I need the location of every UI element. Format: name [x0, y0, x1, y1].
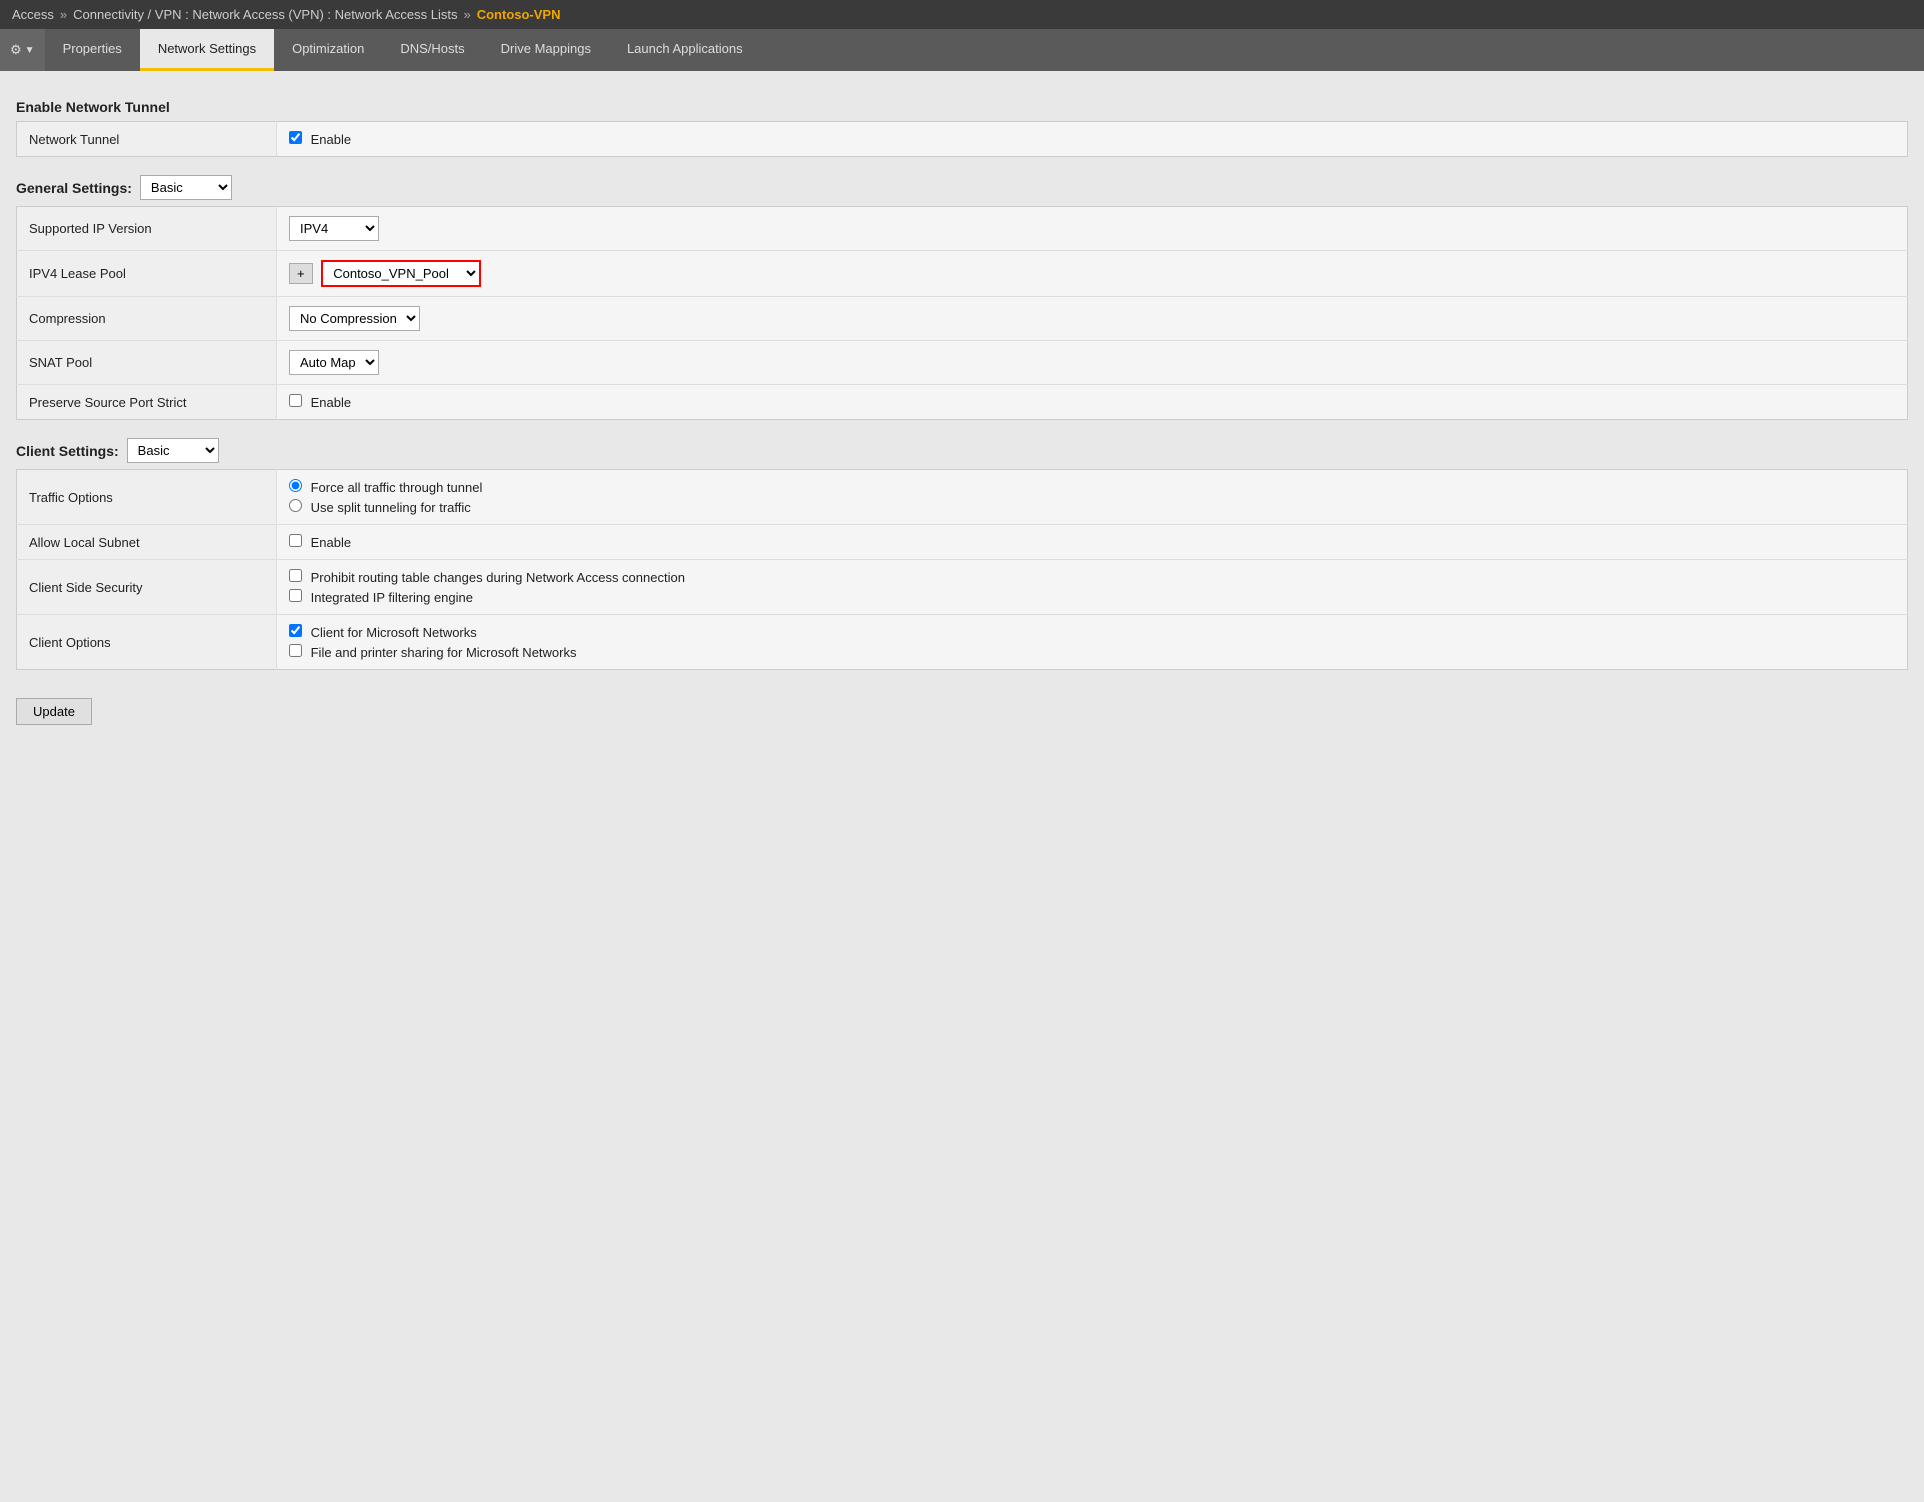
network-tunnel-checkbox[interactable] [289, 131, 302, 144]
traffic-options-radio-group: Force all traffic through tunnel Use spl… [289, 479, 1895, 515]
ip-filtering-label[interactable]: Integrated IP filtering engine [289, 589, 1895, 605]
network-tunnel-label: Network Tunnel [17, 122, 277, 157]
breadcrumb-sep-1: » [60, 7, 67, 22]
prohibit-routing-checkbox[interactable] [289, 569, 302, 582]
microsoft-networks-label[interactable]: Client for Microsoft Networks [289, 624, 1895, 640]
table-row: Compression No Compression LZS DEFLATE [17, 297, 1908, 341]
table-row: Allow Local Subnet Enable [17, 525, 1908, 560]
allow-local-subnet-label: Allow Local Subnet [17, 525, 277, 560]
enable-network-tunnel-table: Network Tunnel Enable [16, 121, 1908, 157]
compression-label: Compression [17, 297, 277, 341]
ipv4-lease-pool-value: + Contoso_VPN_Pool [277, 251, 1908, 297]
preserve-source-port-checkbox-label[interactable]: Enable [289, 395, 351, 410]
tab-dns-hosts[interactable]: DNS/Hosts [382, 29, 482, 71]
snat-pool-select[interactable]: Auto Map None [289, 350, 379, 375]
ipv4-lease-pool-add-button[interactable]: + [289, 263, 313, 284]
breadcrumb-bar: Access » Connectivity / VPN : Network Ac… [0, 0, 1924, 29]
tab-drive-mappings[interactable]: Drive Mappings [483, 29, 609, 71]
client-settings-title: Client Settings: [16, 443, 119, 459]
general-settings-mode-select[interactable]: Basic Advanced [140, 175, 232, 200]
client-settings-header: Client Settings: Basic Advanced [16, 438, 1908, 463]
main-content: Enable Network Tunnel Network Tunnel Ena… [0, 71, 1924, 743]
compression-select[interactable]: No Compression LZS DEFLATE [289, 306, 420, 331]
snat-pool-value: Auto Map None [277, 341, 1908, 385]
table-row: IPV4 Lease Pool + Contoso_VPN_Pool [17, 251, 1908, 297]
gear-button[interactable]: ⚙ ▼ [0, 29, 45, 71]
breadcrumb-current: Contoso-VPN [477, 7, 561, 22]
supported-ip-version-value: IPV4 IPV6 Both [277, 207, 1908, 251]
client-options-label: Client Options [17, 615, 277, 670]
preserve-source-port-value: Enable [277, 385, 1908, 420]
tab-bar: ⚙ ▼ Properties Network Settings Optimiza… [0, 29, 1924, 71]
enable-network-tunnel-title: Enable Network Tunnel [16, 99, 1908, 115]
traffic-option-split-label[interactable]: Use split tunneling for traffic [289, 499, 1895, 515]
client-settings-mode-select[interactable]: Basic Advanced [127, 438, 219, 463]
tab-optimization[interactable]: Optimization [274, 29, 382, 71]
allow-local-subnet-checkbox[interactable] [289, 534, 302, 547]
client-settings-table: Traffic Options Force all traffic throug… [16, 469, 1908, 670]
table-row: Supported IP Version IPV4 IPV6 Both [17, 207, 1908, 251]
table-row: Traffic Options Force all traffic throug… [17, 470, 1908, 525]
allow-local-subnet-value: Enable [277, 525, 1908, 560]
breadcrumb-sep-2: » [463, 7, 470, 22]
client-options-value: Client for Microsoft Networks File and p… [277, 615, 1908, 670]
general-settings-header: General Settings: Basic Advanced [16, 175, 1908, 200]
compression-value: No Compression LZS DEFLATE [277, 297, 1908, 341]
table-row: Network Tunnel Enable [17, 122, 1908, 157]
allow-local-subnet-checkbox-label[interactable]: Enable [289, 535, 351, 550]
printer-sharing-label[interactable]: File and printer sharing for Microsoft N… [289, 644, 1895, 660]
snat-pool-label: SNAT Pool [17, 341, 277, 385]
ipv4-lease-pool-label: IPV4 Lease Pool [17, 251, 277, 297]
breadcrumb-path: Connectivity / VPN : Network Access (VPN… [73, 7, 457, 22]
supported-ip-version-select[interactable]: IPV4 IPV6 Both [289, 216, 379, 241]
preserve-source-port-label: Preserve Source Port Strict [17, 385, 277, 420]
prohibit-routing-label[interactable]: Prohibit routing table changes during Ne… [289, 569, 1895, 585]
ipv4-lease-pool-select[interactable]: Contoso_VPN_Pool [321, 260, 481, 287]
client-side-security-label: Client Side Security [17, 560, 277, 615]
printer-sharing-checkbox[interactable] [289, 644, 302, 657]
ip-filtering-checkbox[interactable] [289, 589, 302, 602]
table-row: SNAT Pool Auto Map None [17, 341, 1908, 385]
general-settings-title: General Settings: [16, 180, 132, 196]
traffic-options-value: Force all traffic through tunnel Use spl… [277, 470, 1908, 525]
tab-properties[interactable]: Properties [45, 29, 140, 71]
breadcrumb-access: Access [12, 7, 54, 22]
update-button[interactable]: Update [16, 698, 92, 725]
supported-ip-version-label: Supported IP Version [17, 207, 277, 251]
tab-network-settings[interactable]: Network Settings [140, 29, 274, 71]
traffic-option-force-label[interactable]: Force all traffic through tunnel [289, 479, 1895, 495]
network-tunnel-checkbox-label[interactable]: Enable [289, 132, 351, 147]
tab-launch-applications[interactable]: Launch Applications [609, 29, 761, 71]
traffic-options-label: Traffic Options [17, 470, 277, 525]
traffic-option-split-radio[interactable] [289, 499, 302, 512]
client-side-security-checkbox-group: Prohibit routing table changes during Ne… [289, 569, 1895, 605]
microsoft-networks-checkbox[interactable] [289, 624, 302, 637]
table-row: Client Side Security Prohibit routing ta… [17, 560, 1908, 615]
table-row: Client Options Client for Microsoft Netw… [17, 615, 1908, 670]
network-tunnel-value: Enable [277, 122, 1908, 157]
preserve-source-port-checkbox[interactable] [289, 394, 302, 407]
table-row: Preserve Source Port Strict Enable [17, 385, 1908, 420]
client-side-security-value: Prohibit routing table changes during Ne… [277, 560, 1908, 615]
traffic-option-force-radio[interactable] [289, 479, 302, 492]
general-settings-table: Supported IP Version IPV4 IPV6 Both IPV4… [16, 206, 1908, 420]
client-options-checkbox-group: Client for Microsoft Networks File and p… [289, 624, 1895, 660]
